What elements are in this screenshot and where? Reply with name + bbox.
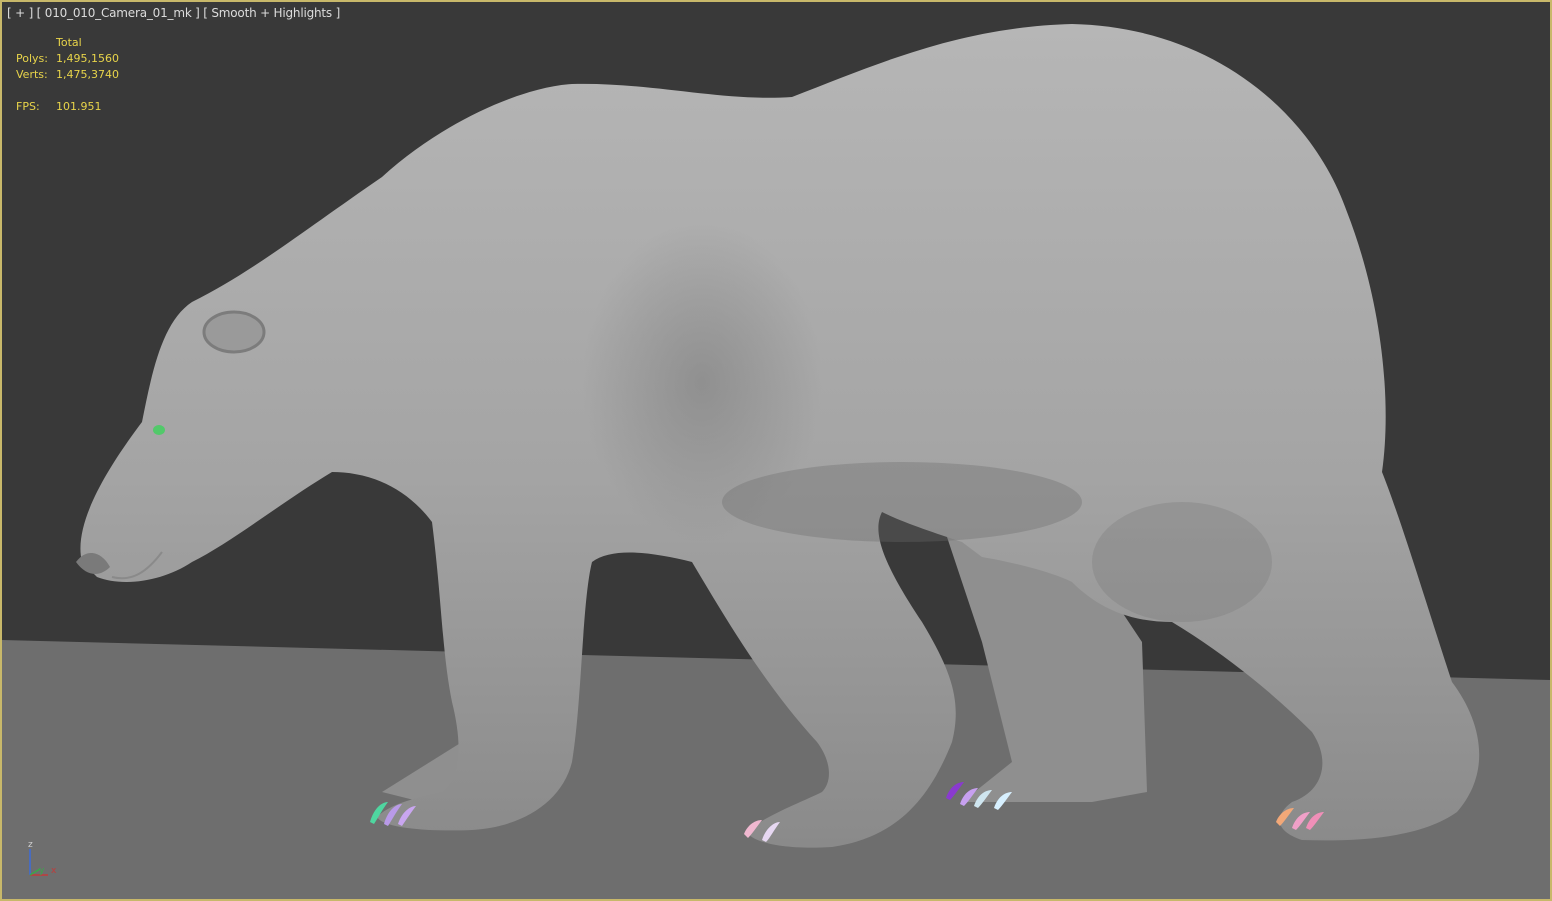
hind-shade bbox=[1092, 502, 1272, 622]
verts-selected: 0 bbox=[112, 68, 119, 81]
stats-header: Total bbox=[56, 36, 82, 49]
bear-ear bbox=[202, 310, 266, 354]
stats-gap bbox=[16, 83, 119, 99]
polys-total: 1,495,156 bbox=[56, 52, 112, 65]
polys-label: Polys: bbox=[16, 52, 48, 65]
viewport-scene[interactable] bbox=[2, 2, 1550, 899]
axis-y-label: y bbox=[39, 866, 45, 876]
fps-value: 101.951 bbox=[56, 100, 102, 113]
polys-selected: 0 bbox=[112, 52, 119, 65]
verts-total: 1,475,374 bbox=[56, 68, 112, 81]
perspective-viewport[interactable]: [ + ] [ 010_010_Camera_01_mk ] [ Smooth … bbox=[0, 0, 1552, 901]
statistics-overlay: Total Polys: 1,495,156 0 Verts: 1,475,37… bbox=[16, 35, 119, 115]
axis-tripod-icon: z y x bbox=[28, 840, 57, 876]
axis-x-label: x bbox=[51, 866, 57, 876]
verts-label: Verts: bbox=[16, 68, 48, 81]
fps-row: FPS: 101.951 bbox=[16, 99, 119, 115]
verts-row: Verts: 1,475,374 0 bbox=[16, 67, 119, 83]
axis-z-label: z bbox=[28, 840, 33, 850]
bear-eye bbox=[153, 425, 165, 435]
belly-shade bbox=[722, 462, 1082, 542]
fps-label: FPS: bbox=[16, 100, 40, 113]
polys-row: Polys: 1,495,156 0 bbox=[16, 51, 119, 67]
viewport-label[interactable]: [ + ] [ 010_010_Camera_01_mk ] [ Smooth … bbox=[7, 6, 340, 20]
